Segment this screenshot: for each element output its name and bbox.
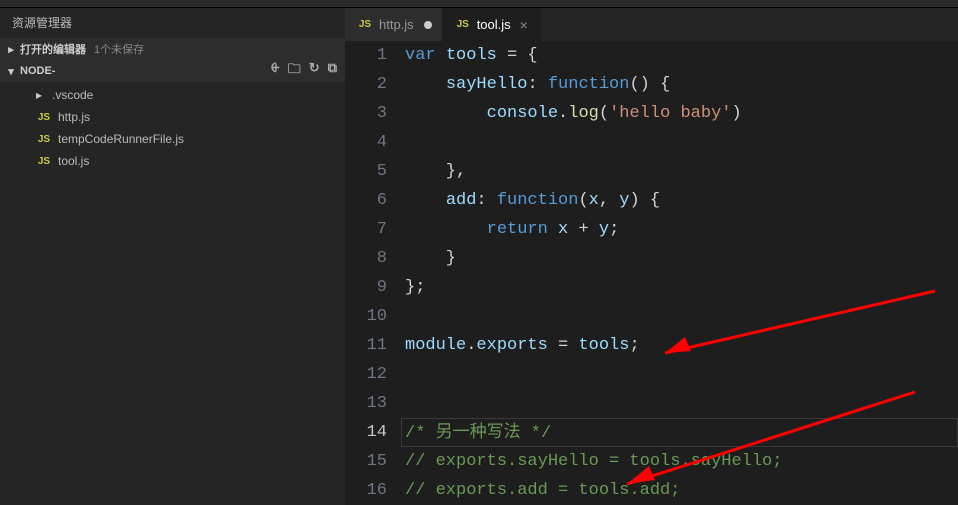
sidebar-explorer: 资源管理器 ▸ 打开的编辑器 1个未保存 ▾ NODE- ⨭ 🗀 ↻ ⧉ ▸ .v… bbox=[0, 8, 345, 505]
code-line[interactable]: console.log('hello baby') bbox=[405, 99, 958, 128]
code-line[interactable]: }, bbox=[405, 157, 958, 186]
js-file-icon: JS bbox=[455, 19, 471, 30]
code-line[interactable]: }; bbox=[405, 273, 958, 302]
code-line[interactable] bbox=[405, 360, 958, 389]
file-item[interactable]: JS tempCodeRunnerFile.js bbox=[0, 128, 345, 150]
code-line[interactable]: return x + y; bbox=[405, 215, 958, 244]
editor-tab[interactable]: JS tool.js × bbox=[443, 8, 542, 41]
dirty-indicator-icon bbox=[424, 21, 432, 29]
folder-header[interactable]: ▾ NODE- ⨭ 🗀 ↻ ⧉ bbox=[0, 60, 345, 82]
editor-pane: JS http.js JS tool.js × 12345678910111213141… bbox=[345, 8, 958, 505]
folder-name: NODE- bbox=[20, 65, 55, 77]
tree-item-label: http.js bbox=[58, 110, 90, 124]
new-folder-icon[interactable]: 🗀 bbox=[288, 60, 301, 82]
code-content[interactable]: var tools = { sayHello: function() { con… bbox=[405, 41, 958, 505]
code-area[interactable]: 12345678910111213141516 var tools = { sa… bbox=[345, 41, 958, 505]
main-layout: 资源管理器 ▸ 打开的编辑器 1个未保存 ▾ NODE- ⨭ 🗀 ↻ ⧉ ▸ .v… bbox=[0, 8, 958, 505]
tab-label: tool.js bbox=[477, 17, 511, 32]
explorer-title: 资源管理器 bbox=[0, 8, 345, 38]
code-line[interactable] bbox=[405, 302, 958, 331]
chevron-right-icon: ▸ bbox=[36, 88, 46, 102]
code-line[interactable]: sayHello: function() { bbox=[405, 70, 958, 99]
tree-item-label: tempCodeRunnerFile.js bbox=[58, 132, 184, 146]
js-file-icon: JS bbox=[36, 134, 52, 145]
code-line[interactable]: // exports.add = tools.add; bbox=[405, 476, 958, 505]
collapse-all-icon[interactable]: ⧉ bbox=[328, 60, 337, 82]
chevron-right-icon: ▸ bbox=[6, 43, 16, 56]
code-line[interactable]: /* 另一种写法 */ bbox=[401, 418, 958, 447]
js-file-icon: JS bbox=[36, 156, 52, 167]
code-line[interactable]: var tools = { bbox=[405, 41, 958, 70]
chevron-down-icon: ▾ bbox=[6, 65, 16, 78]
menu-bar[interactable] bbox=[0, 0, 958, 8]
tab-label: http.js bbox=[379, 17, 414, 32]
refresh-icon[interactable]: ↻ bbox=[309, 60, 320, 82]
editor-tab[interactable]: JS http.js bbox=[345, 8, 443, 41]
file-tree: ▸.vscodeJShttp.jsJStempCodeRunnerFile.js… bbox=[0, 82, 345, 172]
open-editors-header[interactable]: ▸ 打开的编辑器 1个未保存 bbox=[0, 38, 345, 60]
explorer-toolbar: ⨭ 🗀 ↻ ⧉ bbox=[271, 60, 345, 82]
code-line[interactable]: add: function(x, y) { bbox=[405, 186, 958, 215]
open-editors-label: 打开的编辑器 bbox=[20, 41, 86, 57]
new-file-icon[interactable]: ⨭ bbox=[271, 60, 280, 82]
line-number-gutter: 12345678910111213141516 bbox=[345, 41, 405, 505]
unsaved-badge: 1个未保存 bbox=[94, 41, 144, 57]
tab-bar: JS http.js JS tool.js × bbox=[345, 8, 958, 41]
js-file-icon: JS bbox=[36, 112, 52, 123]
code-line[interactable] bbox=[405, 128, 958, 157]
code-line[interactable] bbox=[405, 389, 958, 418]
code-line[interactable]: } bbox=[405, 244, 958, 273]
code-line[interactable]: module.exports = tools; bbox=[405, 331, 958, 360]
tree-item-label: tool.js bbox=[58, 154, 89, 168]
folder-item[interactable]: ▸ .vscode bbox=[0, 84, 345, 106]
tree-item-label: .vscode bbox=[52, 88, 93, 102]
close-icon[interactable]: × bbox=[517, 17, 531, 33]
code-line[interactable]: // exports.sayHello = tools.sayHello; bbox=[405, 447, 958, 476]
file-item[interactable]: JS tool.js bbox=[0, 150, 345, 172]
js-file-icon: JS bbox=[357, 19, 373, 30]
file-item[interactable]: JS http.js bbox=[0, 106, 345, 128]
